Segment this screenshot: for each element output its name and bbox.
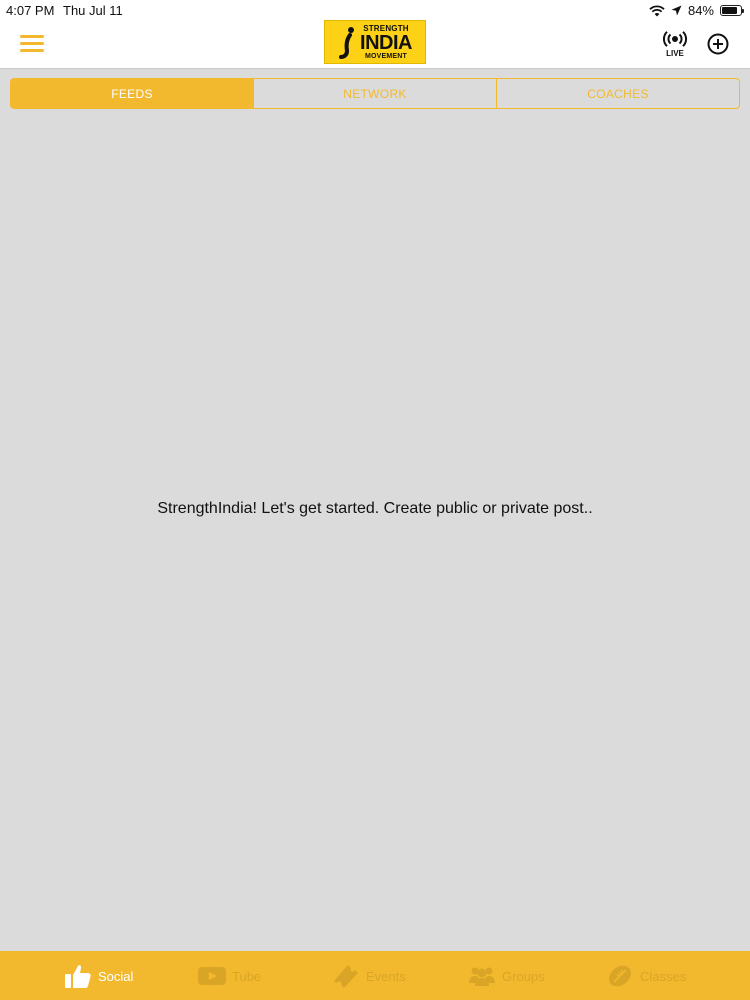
status-bar: 4:07 PM Thu Jul 11 84% — [0, 0, 750, 22]
thumbs-up-icon — [65, 965, 91, 988]
nav-classes-label: Classes — [640, 968, 687, 984]
nav-groups[interactable]: Groups — [468, 963, 545, 989]
bottom-nav-bar: Social Tube Events Groups Classes — [0, 951, 750, 1000]
nav-tube[interactable]: Tube — [198, 963, 261, 989]
hamburger-menu-icon[interactable] — [20, 35, 44, 55]
status-time: 4:07 PM — [6, 3, 55, 18]
add-post-button[interactable] — [707, 33, 729, 55]
app-header: STRENGTH INDIA MOVEMENT LIVE — [0, 20, 750, 69]
status-indicators: 84% — [649, 3, 744, 18]
ticket-icon — [334, 965, 358, 988]
nav-events-label: Events — [366, 968, 406, 984]
nav-classes[interactable]: Classes — [606, 963, 686, 989]
live-broadcast-icon — [663, 31, 687, 47]
runner-logo-icon — [339, 27, 355, 59]
nav-social[interactable]: Social — [64, 963, 133, 989]
nav-social-label: Social — [98, 968, 134, 984]
group-icon — [469, 967, 495, 986]
tab-coaches[interactable]: COACHES — [497, 79, 739, 108]
nav-tube-label: Tube — [232, 968, 262, 984]
status-date: Thu Jul 11 — [63, 3, 123, 18]
tab-feeds[interactable]: FEEDS — [11, 79, 254, 108]
wifi-icon — [649, 4, 665, 16]
location-arrow-icon — [671, 5, 682, 16]
play-icon — [198, 966, 226, 986]
feed-tabs: FEEDS NETWORK COACHES — [10, 78, 740, 109]
battery-fill — [722, 7, 737, 14]
live-label: LIVE — [666, 49, 684, 58]
logo-line-3: MOVEMENT — [364, 52, 408, 60]
ball-icon — [609, 965, 631, 987]
battery-percent: 84% — [687, 3, 714, 18]
live-button[interactable]: LIVE — [661, 31, 689, 59]
empty-feed-message: StrengthIndia! Let's get started. Create… — [157, 500, 593, 517]
tab-network[interactable]: NETWORK — [254, 79, 497, 108]
nav-events[interactable]: Events — [332, 963, 406, 989]
strength-india-logo: STRENGTH INDIA MOVEMENT — [324, 20, 426, 64]
battery-icon — [720, 5, 744, 16]
logo-line-2: INDIA — [360, 31, 412, 54]
plus-circle-icon — [707, 33, 729, 55]
nav-groups-label: Groups — [502, 968, 545, 984]
